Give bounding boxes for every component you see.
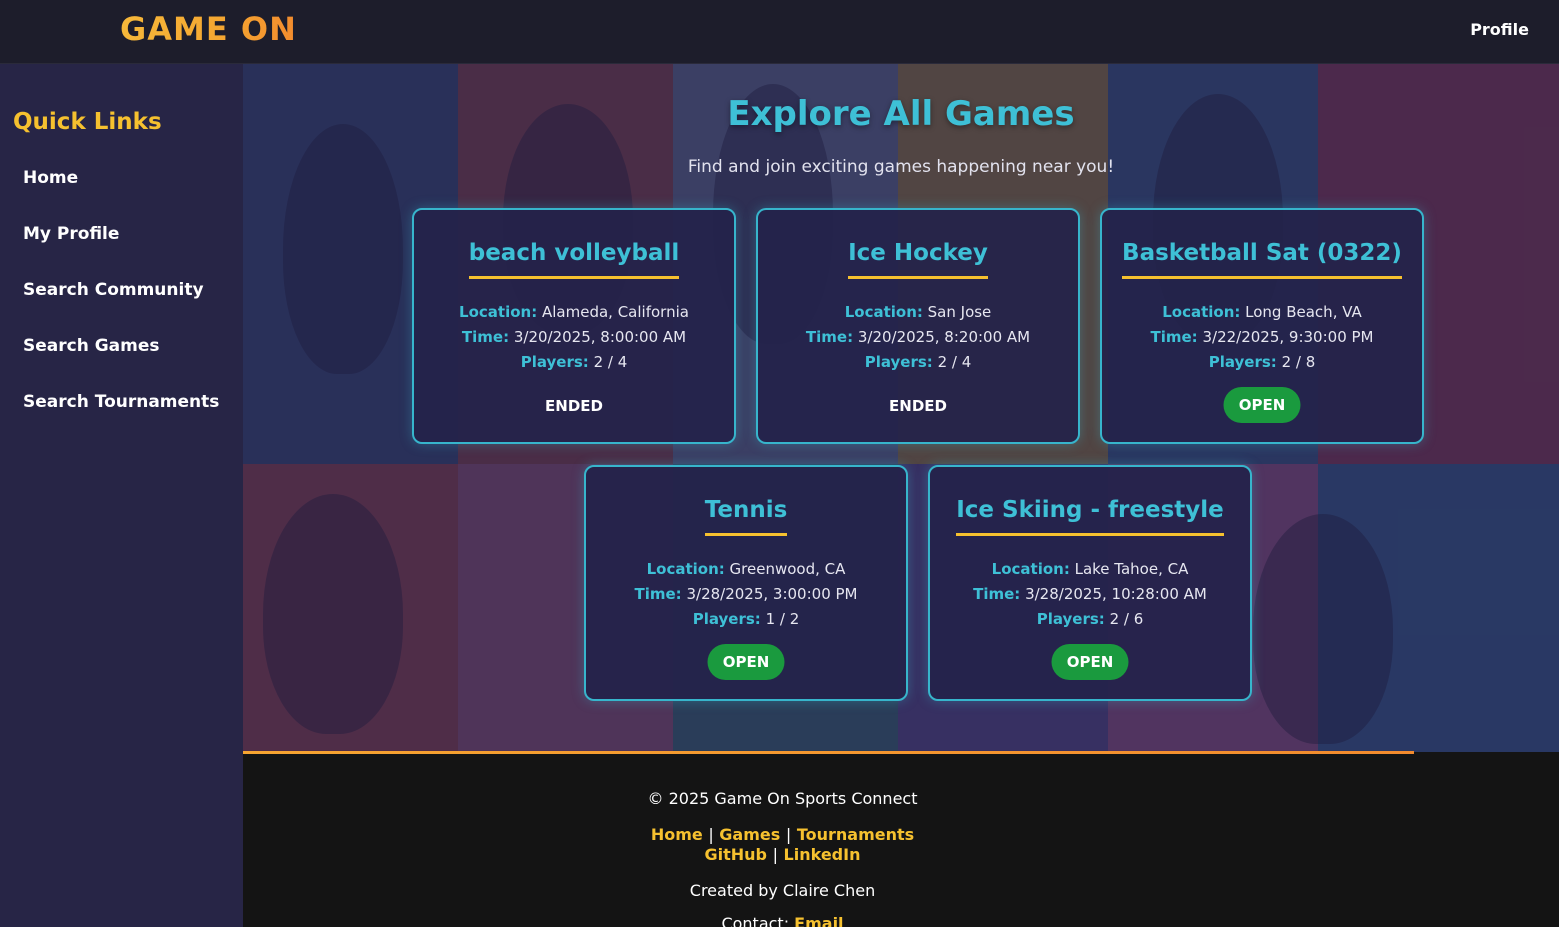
sidebar-item-search-community[interactable]: Search Community xyxy=(23,280,204,300)
footer-separator: | xyxy=(785,825,792,844)
game-location: Location: Greenwood, CA xyxy=(646,560,846,578)
app-logo[interactable]: GAME ON xyxy=(120,10,297,48)
game-card-ice-hockey[interactable]: Ice Hockey Location: San Jose Time: 3/20… xyxy=(756,208,1080,444)
profile-link[interactable]: Profile xyxy=(1470,20,1529,39)
game-title[interactable]: Ice Skiing - freestyle xyxy=(956,497,1224,536)
game-players: Players: 1 / 2 xyxy=(692,610,800,628)
footer-contact: Contact: Email xyxy=(243,914,1322,927)
game-time: Time: 3/22/2025, 9:30:00 PM xyxy=(1150,328,1374,346)
sidebar: Quick Links Home My Profile Search Commu… xyxy=(0,64,243,927)
game-title[interactable]: Ice Hockey xyxy=(848,240,988,279)
game-players: Players: 2 / 4 xyxy=(864,353,972,371)
footer-links-row: Home | Games | Tournaments xyxy=(243,825,1322,844)
sidebar-item-my-profile[interactable]: My Profile xyxy=(23,224,119,244)
status-badge-open[interactable]: OPEN xyxy=(1223,387,1301,423)
page-subtitle: Find and join exciting games happening n… xyxy=(687,157,1115,177)
sidebar-title: Quick Links xyxy=(13,109,162,135)
footer-credit: Created by Claire Chen xyxy=(689,881,876,900)
footer-link-home[interactable]: Home xyxy=(651,825,703,844)
footer-separator: | xyxy=(772,845,778,864)
game-card-tennis[interactable]: Tennis Location: Greenwood, CA Time: 3/2… xyxy=(584,465,908,701)
status-badge-open[interactable]: OPEN xyxy=(1051,644,1129,680)
page-title: Explore All Games xyxy=(727,94,1075,134)
status-badge-ended: ENDED xyxy=(545,397,603,415)
game-card-beach-volleyball[interactable]: beach volleyball Location: Alameda, Cali… xyxy=(412,208,736,444)
game-time: Time: 3/28/2025, 10:28:00 AM xyxy=(973,585,1207,603)
status-badge-open[interactable]: OPEN xyxy=(707,644,785,680)
status-badge-ended: ENDED xyxy=(889,397,947,415)
footer-contact-label: Contact: xyxy=(721,914,790,927)
game-location: Location: San Jose xyxy=(844,303,992,321)
game-location: Location: Alameda, California xyxy=(459,303,689,321)
game-location: Location: Long Beach, VA xyxy=(1162,303,1362,321)
footer-link-tournaments[interactable]: Tournaments xyxy=(797,825,914,844)
game-players: Players: 2 / 4 xyxy=(520,353,628,371)
game-time: Time: 3/28/2025, 3:00:00 PM xyxy=(634,585,858,603)
game-players: Players: 2 / 6 xyxy=(1036,610,1144,628)
game-location: Location: Lake Tahoe, CA xyxy=(991,560,1189,578)
footer-link-linkedin[interactable]: LinkedIn xyxy=(784,845,861,864)
footer-email-link[interactable]: Email xyxy=(794,914,843,927)
game-title[interactable]: beach volleyball xyxy=(468,240,680,279)
sidebar-item-search-games[interactable]: Search Games xyxy=(23,336,160,356)
game-title[interactable]: Basketball Sat (0322) xyxy=(1122,240,1402,279)
game-time: Time: 3/20/2025, 8:20:00 AM xyxy=(805,328,1031,346)
footer-link-games[interactable]: Games xyxy=(719,825,780,844)
footer-links-row: GitHub | LinkedIn xyxy=(243,845,1322,864)
game-card-basketball[interactable]: Basketball Sat (0322) Location: Long Bea… xyxy=(1100,208,1424,444)
game-title[interactable]: Tennis xyxy=(704,497,788,536)
game-time: Time: 3/20/2025, 8:00:00 AM xyxy=(461,328,687,346)
footer-separator: | xyxy=(708,825,714,844)
footer-copyright: © 2025 Game On Sports Connect xyxy=(647,789,918,808)
game-players: Players: 2 / 8 xyxy=(1208,353,1316,371)
footer: © 2025 Game On Sports Connect Home | Gam… xyxy=(243,754,1559,927)
games-section: Explore All Games Find and join exciting… xyxy=(243,64,1559,752)
sidebar-item-home[interactable]: Home xyxy=(23,168,78,188)
footer-link-github[interactable]: GitHub xyxy=(705,845,768,864)
sidebar-item-search-tournaments[interactable]: Search Tournaments xyxy=(23,392,219,412)
top-nav-bar: GAME ON Profile xyxy=(0,0,1559,64)
game-card-ice-skiing[interactable]: Ice Skiing - freestyle Location: Lake Ta… xyxy=(928,465,1252,701)
